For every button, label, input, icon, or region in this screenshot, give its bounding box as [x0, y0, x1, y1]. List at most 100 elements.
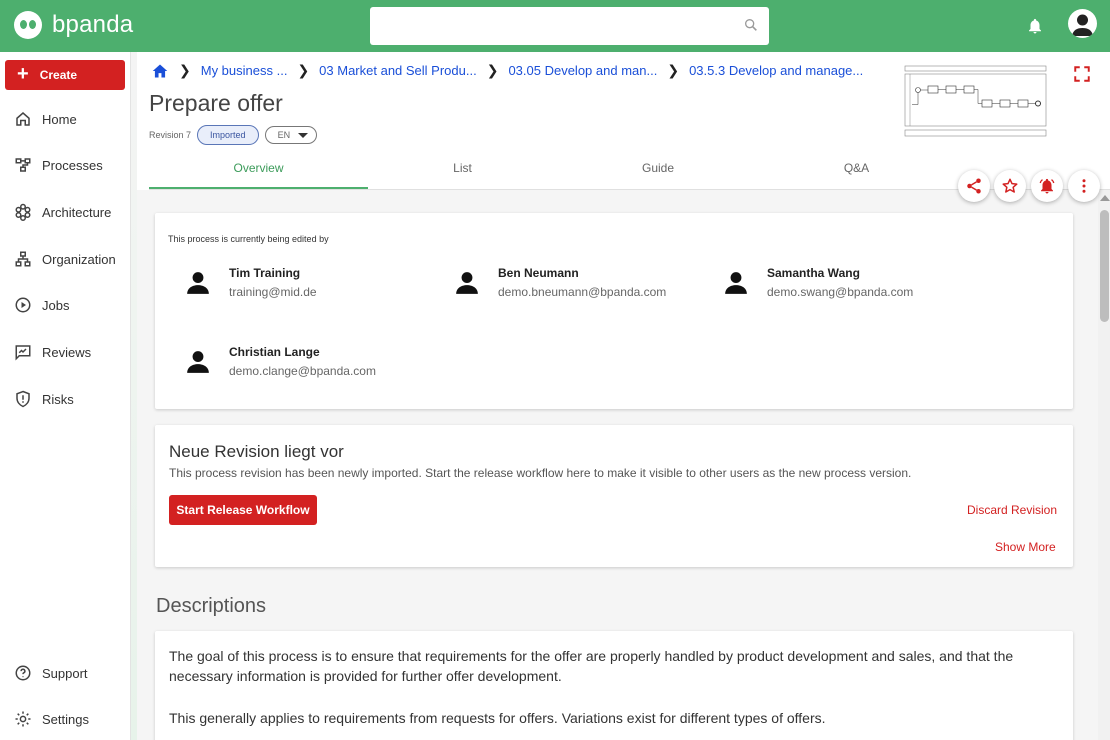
overview-panel: This process is currently being edited b… — [137, 190, 1098, 740]
create-button[interactable]: + Create — [5, 60, 125, 90]
editor-entry: Tim Training training@mid.de — [185, 266, 317, 299]
editor-entry: Christian Lange demo.clange@bpanda.com — [185, 345, 376, 378]
editor-name: Samantha Wang — [767, 266, 860, 280]
scrollbar[interactable] — [1098, 190, 1110, 740]
sidebar-item-label: Organization — [42, 251, 116, 267]
user-icon — [1072, 14, 1093, 36]
description-paragraph: The goal of this process is to ensure th… — [169, 648, 1014, 684]
show-more-link[interactable]: Show More — [995, 540, 1056, 554]
person-icon — [456, 271, 478, 294]
sidebar-item-label: Architecture — [42, 204, 112, 220]
breadcrumb-item[interactable]: 03.5.3 Develop and manage... — [689, 63, 863, 78]
editor-name: Ben Neumann — [498, 266, 579, 280]
subscribe-button[interactable] — [1031, 170, 1063, 202]
editor-email: demo.bneumann@bpanda.com — [498, 285, 667, 299]
person-icon — [187, 350, 209, 373]
sidebar-item-label: Processes — [42, 157, 103, 173]
revision-card-text: This process revision has been newly imp… — [169, 466, 912, 480]
help-icon — [15, 665, 31, 681]
breadcrumb-item[interactable]: 03 Market and Sell Produ... — [319, 63, 477, 78]
star-icon — [1002, 178, 1018, 193]
jobs-icon — [15, 297, 31, 313]
sidebar-item-label: Reviews — [42, 344, 92, 360]
editing-card: This process is currently being edited b… — [155, 213, 1073, 409]
sidebar-item-processes[interactable]: Processes — [14, 153, 103, 177]
sidebar-item-support[interactable]: Support — [14, 661, 88, 685]
chevron-right-icon: ❯ — [486, 62, 499, 78]
new-revision-card: Neue Revision liegt vor This process rev… — [155, 425, 1073, 567]
main-content: ❯ My business ... ❯ 03 Market and Sell P… — [137, 52, 1110, 740]
person-icon — [725, 271, 747, 294]
scrollbar-thumb[interactable] — [1100, 210, 1109, 322]
search-input[interactable] — [370, 7, 769, 45]
sidebar: + Create Home Processes Architecture Org… — [0, 52, 131, 740]
revision-meta: Revision 7 Imported EN — [149, 125, 318, 145]
fullscreen-icon[interactable] — [1073, 65, 1091, 83]
tab-overview[interactable]: Overview — [149, 152, 368, 189]
app-logo[interactable]: bpanda — [14, 11, 133, 39]
sidebar-item-settings[interactable]: Settings — [14, 707, 89, 731]
process-diagram-thumbnail[interactable] — [904, 64, 1047, 138]
editor-entry: Samantha Wang demo.swang@bpanda.com — [723, 266, 913, 299]
description-paragraph: This generally applies to requirements f… — [169, 710, 826, 726]
chevron-right-icon: ❯ — [667, 62, 680, 78]
notifications-bell-icon[interactable] — [1026, 16, 1044, 36]
descriptions-heading: Descriptions — [156, 595, 267, 617]
home-icon — [16, 112, 30, 126]
revision-card-title: Neue Revision liegt vor — [169, 442, 344, 461]
breadcrumb-item[interactable]: 03.05 Develop and man... — [508, 63, 657, 78]
sidebar-item-reviews[interactable]: Reviews — [14, 340, 91, 364]
start-release-workflow-button[interactable]: Start Release Workflow — [169, 495, 317, 525]
sidebar-item-risks[interactable]: Risks — [14, 387, 74, 411]
page-title: Prepare offer — [149, 90, 283, 116]
chevron-down-icon — [298, 132, 309, 138]
risks-icon — [16, 390, 30, 408]
sidebar-item-architecture[interactable]: Architecture — [14, 200, 111, 224]
editor-name: Christian Lange — [229, 345, 320, 359]
editor-email: demo.clange@bpanda.com — [229, 364, 376, 378]
panda-logo-icon — [14, 11, 42, 39]
share-button[interactable] — [958, 170, 990, 202]
sidebar-item-jobs[interactable]: Jobs — [14, 293, 69, 317]
gear-icon — [15, 711, 31, 727]
architecture-icon — [15, 203, 31, 221]
favorite-button[interactable] — [994, 170, 1026, 202]
status-badge: Imported — [197, 125, 259, 145]
breadcrumb-item[interactable]: My business ... — [201, 63, 288, 78]
alarm-bell-icon — [1039, 178, 1055, 194]
revision-label: Revision 7 — [149, 130, 192, 140]
top-bar: bpanda — [0, 0, 1110, 52]
tab-qa[interactable]: Q&A — [759, 152, 954, 189]
sidebar-item-label: Support — [42, 665, 88, 681]
sidebar-item-home[interactable]: Home — [14, 107, 77, 131]
plus-icon: + — [17, 63, 29, 85]
tab-list[interactable]: List — [368, 152, 557, 189]
app-name: bpanda — [52, 11, 134, 38]
more-options-button[interactable] — [1068, 170, 1100, 202]
scroll-up-arrow-icon[interactable] — [1100, 195, 1110, 201]
user-avatar[interactable] — [1068, 9, 1097, 38]
chevron-right-icon: ❯ — [297, 62, 310, 78]
sidebar-item-label: Settings — [42, 711, 89, 727]
chevron-right-icon: ❯ — [179, 62, 191, 78]
search-icon — [745, 18, 757, 31]
breadcrumb: ❯ My business ... ❯ 03 Market and Sell P… — [151, 62, 863, 79]
descriptions-card: The goal of this process is to ensure th… — [155, 631, 1073, 740]
reviews-icon — [15, 345, 31, 361]
sidebar-item-label: Jobs — [42, 297, 70, 313]
tab-guide[interactable]: Guide — [557, 152, 759, 189]
sidebar-item-label: Risks — [42, 391, 74, 407]
person-icon — [187, 271, 209, 294]
editor-email: demo.swang@bpanda.com — [767, 285, 914, 299]
home-icon[interactable] — [151, 63, 169, 79]
editor-email: training@mid.de — [229, 285, 317, 299]
sidebar-item-organization[interactable]: Organization — [14, 247, 116, 271]
language-value: EN — [277, 130, 291, 140]
processes-icon — [15, 158, 31, 172]
more-vertical-icon — [1082, 179, 1086, 193]
editor-entry: Ben Neumann demo.bneumann@bpanda.com — [454, 266, 666, 299]
discard-revision-link[interactable]: Discard Revision — [967, 503, 1057, 517]
language-select[interactable]: EN — [264, 126, 318, 144]
share-icon — [967, 178, 981, 194]
editor-name: Tim Training — [229, 266, 301, 280]
